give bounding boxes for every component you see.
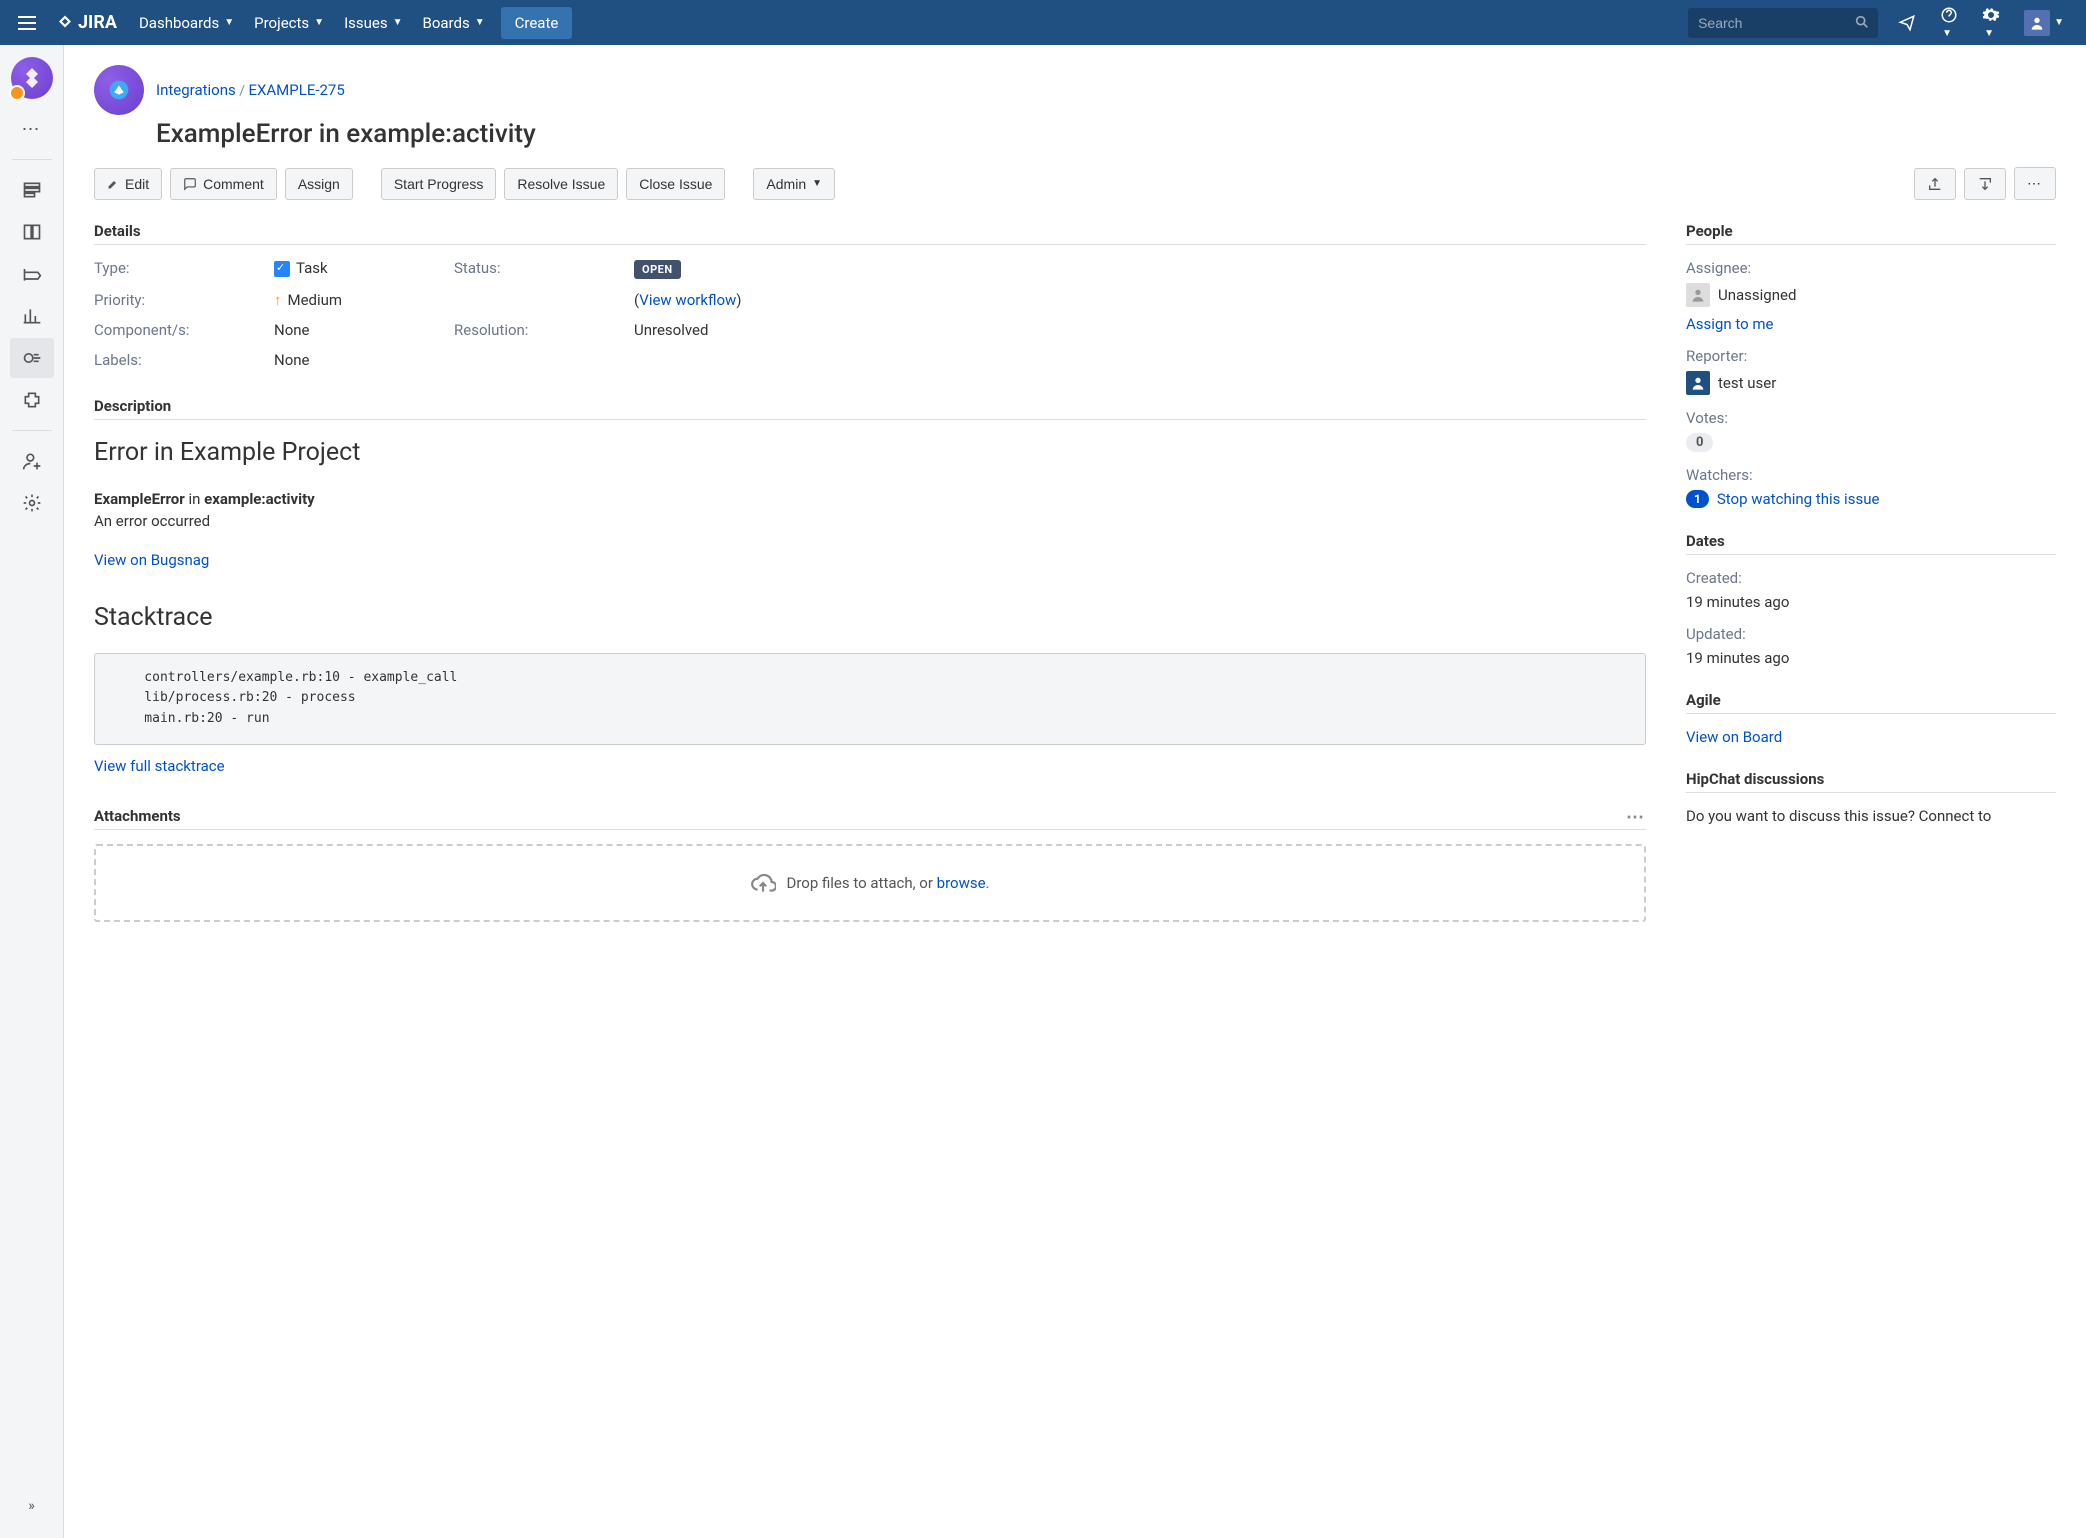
view-workflow-cell: (View workflow) — [634, 291, 1646, 309]
view-on-board-link[interactable]: View on Board — [1686, 728, 1782, 746]
view-full-stacktrace-link[interactable]: View full stacktrace — [94, 757, 225, 775]
issue-toolbar: Edit Comment Assign Start Progress Resol… — [94, 167, 2056, 200]
people-heading: People — [1686, 222, 2056, 245]
settings-icon[interactable]: ▼ — [1970, 0, 2012, 50]
created-value: 19 minutes ago — [1686, 593, 2056, 611]
stacktrace-heading: Stacktrace — [94, 599, 1646, 637]
sidebar-releases-icon[interactable] — [10, 254, 54, 294]
assign-to-me-link[interactable]: Assign to me — [1686, 315, 1774, 333]
user-avatar-icon — [1686, 371, 1710, 395]
search-input[interactable] — [1688, 8, 1878, 38]
search-icon[interactable] — [1854, 14, 1870, 30]
components-label: Component/s: — [94, 321, 274, 339]
create-button[interactable]: Create — [501, 7, 573, 39]
assignee-value: Unassigned — [1686, 283, 2056, 307]
sidebar-reports-icon[interactable] — [10, 296, 54, 336]
status-label: Status: — [454, 259, 634, 279]
start-progress-button[interactable]: Start Progress — [381, 168, 496, 200]
priority-value: ↑Medium — [274, 291, 454, 309]
labels-label: Labels: — [94, 351, 274, 369]
agile-heading: Agile — [1686, 691, 2056, 714]
sidebar-expand-icon[interactable]: » — [10, 1486, 54, 1526]
attachments-heading: Attachments — [94, 807, 1646, 830]
hipchat-heading: HipChat discussions — [1686, 770, 2056, 793]
created-label: Created: — [1686, 569, 2056, 587]
attachments-dropzone[interactable]: Drop files to attach, or browse. — [94, 844, 1646, 922]
project-icon — [94, 65, 144, 115]
watchers-label: Watchers: — [1686, 466, 2056, 484]
feedback-icon[interactable] — [1886, 4, 1928, 42]
priority-label: Priority: — [94, 291, 274, 309]
error-line: ExampleError in example:activity — [94, 488, 1646, 511]
sidebar-backlog-icon[interactable] — [10, 170, 54, 210]
dropzone-text: Drop files to attach, or browse. — [786, 874, 989, 892]
view-on-bugsnag-link[interactable]: View on Bugsnag — [94, 551, 209, 569]
issue-title: ExampleError in example:activity — [156, 119, 2056, 149]
resolution-value: Unresolved — [634, 321, 1646, 339]
issue-content: Integrations / EXAMPLE-275 ExampleError … — [64, 45, 2086, 1538]
app-switcher-icon[interactable] — [10, 8, 44, 38]
type-value: Task — [274, 259, 454, 279]
assignee-label: Assignee: — [1686, 259, 2056, 277]
dates-heading: Dates — [1686, 532, 2056, 555]
type-label: Type: — [94, 259, 274, 279]
watchers-count: 1 — [1686, 490, 1709, 508]
comment-button[interactable]: Comment — [170, 168, 277, 200]
hipchat-text: Do you want to discuss this issue? Conne… — [1686, 807, 2056, 825]
edit-button[interactable]: Edit — [94, 168, 162, 200]
status-value: OPEN — [634, 259, 1646, 279]
priority-icon: ↑ — [274, 291, 282, 309]
reporter-value: test user — [1686, 371, 2056, 395]
description-body: Error in Example Project ExampleError in… — [94, 434, 1646, 777]
view-workflow-link[interactable]: View workflow — [639, 291, 736, 309]
more-actions-button[interactable]: ⋯ — [2014, 167, 2056, 200]
breadcrumb-issue-key[interactable]: EXAMPLE-275 — [248, 81, 344, 99]
details-heading: Details — [94, 222, 1646, 245]
assign-button[interactable]: Assign — [285, 168, 353, 200]
updated-label: Updated: — [1686, 625, 2056, 643]
labels-value: None — [274, 351, 454, 369]
admin-button[interactable]: Admin▼ — [753, 168, 835, 200]
sidebar-project-settings-icon[interactable] — [10, 483, 54, 523]
components-value: None — [274, 321, 454, 339]
sidebar-more-icon[interactable]: ⋯ — [10, 109, 54, 149]
help-icon[interactable]: ▼ — [1928, 0, 1970, 50]
breadcrumb-project[interactable]: Integrations — [156, 81, 236, 99]
sidebar-board-icon[interactable] — [10, 212, 54, 252]
unassigned-avatar-icon — [1686, 283, 1710, 307]
votes-label: Votes: — [1686, 409, 2056, 427]
task-icon — [274, 261, 290, 277]
stacktrace-block: controllers/example.rb:10 - example_call… — [94, 653, 1646, 745]
resolution-label: Resolution: — [454, 321, 634, 339]
error-message: An error occurred — [94, 510, 1646, 533]
nav-boards[interactable]: Boards▼ — [413, 2, 495, 44]
nav-projects[interactable]: Projects▼ — [244, 2, 334, 44]
votes-count: 0 — [1686, 433, 1713, 452]
updated-value: 19 minutes ago — [1686, 649, 2056, 667]
reporter-label: Reporter: — [1686, 347, 2056, 365]
top-navigation: JIRA Dashboards▼ Projects▼ Issues▼ Board… — [0, 0, 2086, 45]
breadcrumb: Integrations / EXAMPLE-275 — [94, 65, 2056, 115]
nav-dashboards[interactable]: Dashboards▼ — [129, 2, 244, 44]
nav-issues[interactable]: Issues▼ — [334, 2, 412, 44]
sidebar-components-icon[interactable] — [10, 380, 54, 420]
profile-menu[interactable]: ▼ — [2012, 0, 2076, 46]
description-heading: Description — [94, 397, 1646, 420]
sidebar-add-item-icon[interactable] — [10, 441, 54, 481]
stop-watching-link[interactable]: Stop watching this issue — [1717, 490, 1880, 508]
status-badge: OPEN — [634, 260, 681, 279]
description-title: Error in Example Project — [94, 434, 1646, 472]
main-nav: Dashboards▼ Projects▼ Issues▼ Boards▼ Cr… — [129, 2, 572, 44]
export-button[interactable] — [1964, 168, 2006, 200]
browse-link[interactable]: browse — [937, 874, 986, 892]
upload-icon — [750, 870, 776, 896]
project-sidebar: ⋯ » — [0, 45, 64, 1538]
project-avatar[interactable] — [11, 57, 53, 99]
resolve-issue-button[interactable]: Resolve Issue — [504, 168, 618, 200]
details-panel: Type: Task Status: OPEN Priority: ↑Mediu… — [94, 259, 1646, 369]
close-issue-button[interactable]: Close Issue — [626, 168, 725, 200]
share-button[interactable] — [1914, 168, 1956, 200]
jira-logo[interactable]: JIRA — [44, 12, 129, 33]
sidebar-issues-icon[interactable] — [10, 338, 54, 378]
